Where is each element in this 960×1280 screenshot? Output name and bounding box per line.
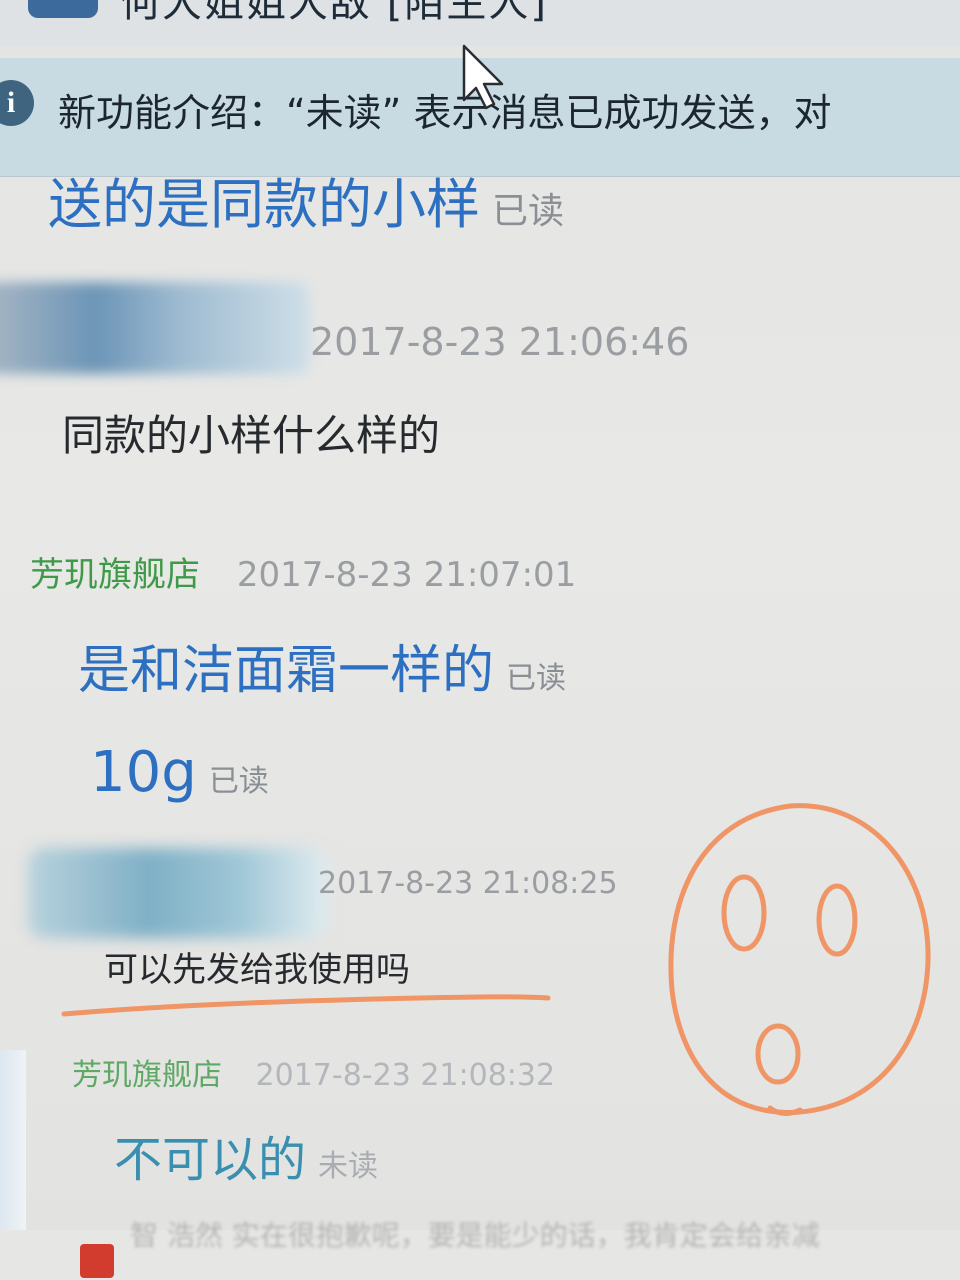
ink-annotation [61,803,931,1116]
chat-window: 何大姐姐大敌 [陌生人] i 新功能介绍：“未读” 表示消息已成功发送，对 送的… [0,0,960,1280]
smart-reply-text: 智 浩然 实在很抱歉呢，要是能少的话，我肯定会给亲减 [130,1219,820,1252]
smart-reply-icon [80,1244,114,1278]
